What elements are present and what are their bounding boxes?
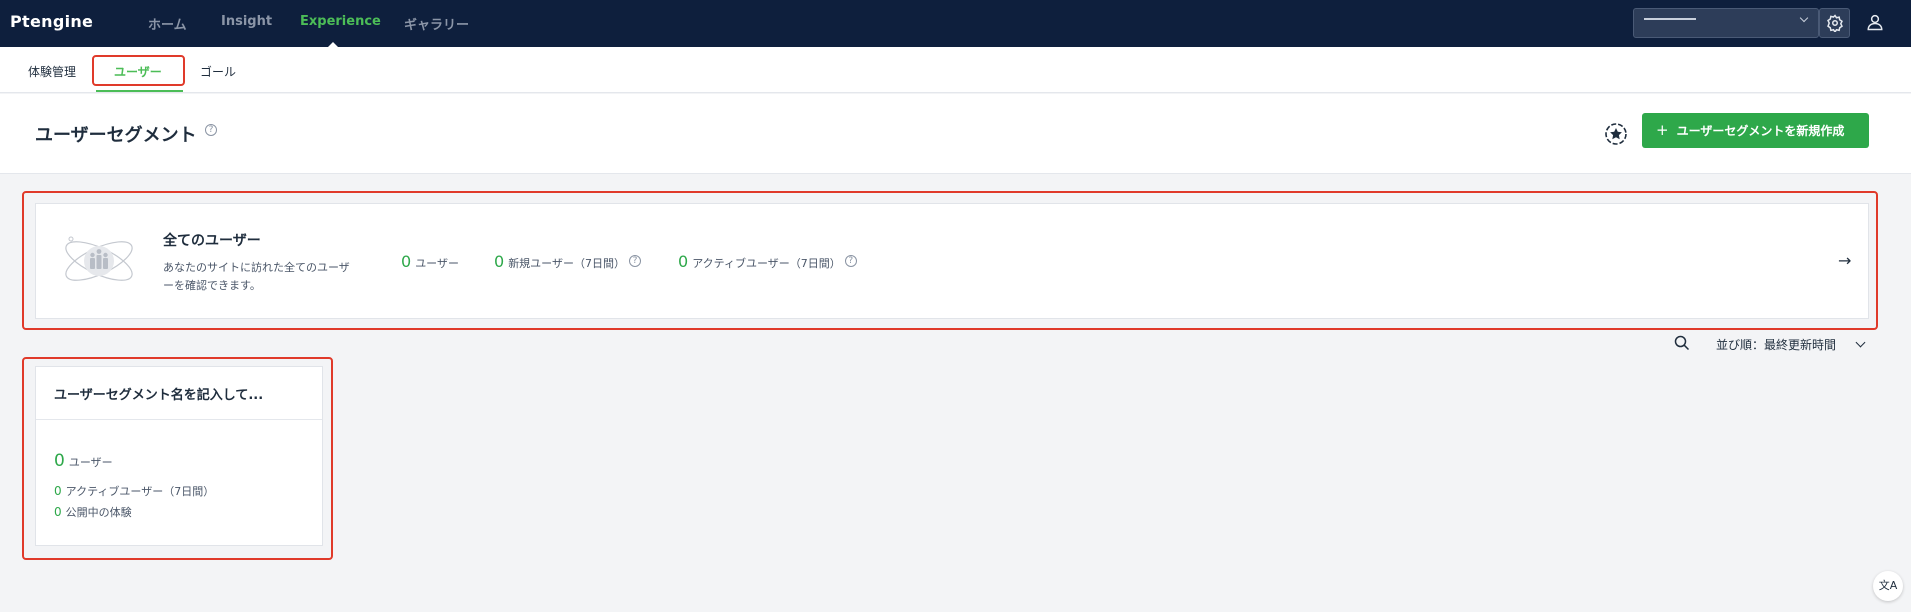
segment-active-label: アクティブユーザー（7日間）: [65, 485, 215, 498]
create-segment-label: ユーザーセグメントを新規作成: [1676, 124, 1845, 138]
sub-navbar: 体験管理 ユーザー ゴール: [0, 47, 1911, 93]
nav-home[interactable]: ホーム: [148, 14, 187, 33]
translate-icon[interactable]: 文A: [1873, 571, 1903, 601]
tab-goals[interactable]: ゴール: [200, 63, 236, 80]
segment-exp-label: 公開中の体験: [65, 506, 132, 519]
segment-exp-value: 0: [54, 505, 62, 519]
segment-users: 0 ユーザー: [54, 451, 113, 471]
divider: [36, 419, 322, 420]
project-name-placeholder: [1644, 18, 1696, 20]
create-segment-button[interactable]: + ユーザーセグメントを新規作成: [1642, 113, 1869, 148]
page-title: ユーザーセグメント: [35, 125, 197, 146]
segment-card[interactable]: ユーザーセグメント名を記入して... 0 ユーザー 0 アクティブユーザー（7日間）…: [35, 366, 323, 546]
nav-experience[interactable]: Experience: [300, 14, 381, 29]
search-icon[interactable]: [1674, 335, 1690, 351]
star-badge-icon[interactable]: [1603, 121, 1629, 147]
top-navbar: Ptengine ホーム Insight Experience ギャラリー: [0, 0, 1911, 47]
all-users-title: 全てのユーザー: [163, 233, 261, 249]
help-icon[interactable]: ?: [628, 255, 641, 267]
stat-users-value: 0: [401, 252, 412, 271]
all-users-card[interactable]: 全てのユーザー あなたのサイトに訪れた全てのユーザーを確認できます。 0 ユーザー…: [35, 203, 1869, 319]
stat-new-users-label: 新規ユーザー（7日間）: [508, 257, 625, 270]
segment-experiences: 0 公開中の体験: [54, 504, 132, 520]
active-tab-underline: [96, 90, 183, 92]
stat-users: 0 ユーザー: [401, 252, 459, 271]
arrow-right-icon[interactable]: →: [1838, 251, 1851, 270]
segment-active-users: 0 アクティブユーザー（7日間）: [54, 483, 214, 499]
logo[interactable]: Ptengine: [10, 12, 93, 31]
chevron-down-icon[interactable]: [1855, 337, 1866, 348]
segment-active-value: 0: [54, 484, 62, 498]
page-header: ユーザーセグメント ? + ユーザーセグメントを新規作成: [0, 94, 1911, 174]
tab-experience-management[interactable]: 体験管理: [28, 63, 76, 80]
user-icon[interactable]: [1866, 13, 1884, 31]
stat-active-users-value: 0: [678, 252, 689, 271]
plus-icon: +: [1656, 121, 1669, 139]
gear-icon: [1827, 14, 1843, 32]
sort-select[interactable]: 並び順：最終更新時間: [1716, 336, 1836, 353]
stat-active-users: 0 アクティブユーザー（7日間）?: [678, 252, 857, 271]
stat-new-users-value: 0: [494, 252, 505, 271]
sort-value: 最終更新時間: [1764, 338, 1837, 352]
nav-gallery[interactable]: ギャラリー: [404, 14, 469, 33]
segment-users-value: 0: [54, 451, 65, 471]
all-users-description: あなたのサイトに訪れた全てのユーザーを確認できます。: [163, 261, 350, 292]
stat-new-users: 0 新規ユーザー（7日間）?: [494, 252, 641, 271]
sort-label: 並び順：: [1716, 338, 1765, 352]
project-select[interactable]: [1633, 8, 1819, 38]
segment-name: ユーザーセグメント名を記入して...: [54, 388, 264, 403]
help-icon[interactable]: ?: [205, 124, 217, 136]
stat-active-users-label: アクティブユーザー（7日間）: [692, 257, 841, 270]
help-icon[interactable]: ?: [844, 255, 857, 267]
highlight-frame-tab: [92, 55, 185, 86]
users-orbit-icon: [65, 236, 133, 281]
segment-users-label: ユーザー: [68, 456, 113, 469]
nav-insight[interactable]: Insight: [221, 14, 272, 29]
settings-button[interactable]: [1819, 8, 1850, 38]
stat-users-label: ユーザー: [415, 257, 459, 270]
